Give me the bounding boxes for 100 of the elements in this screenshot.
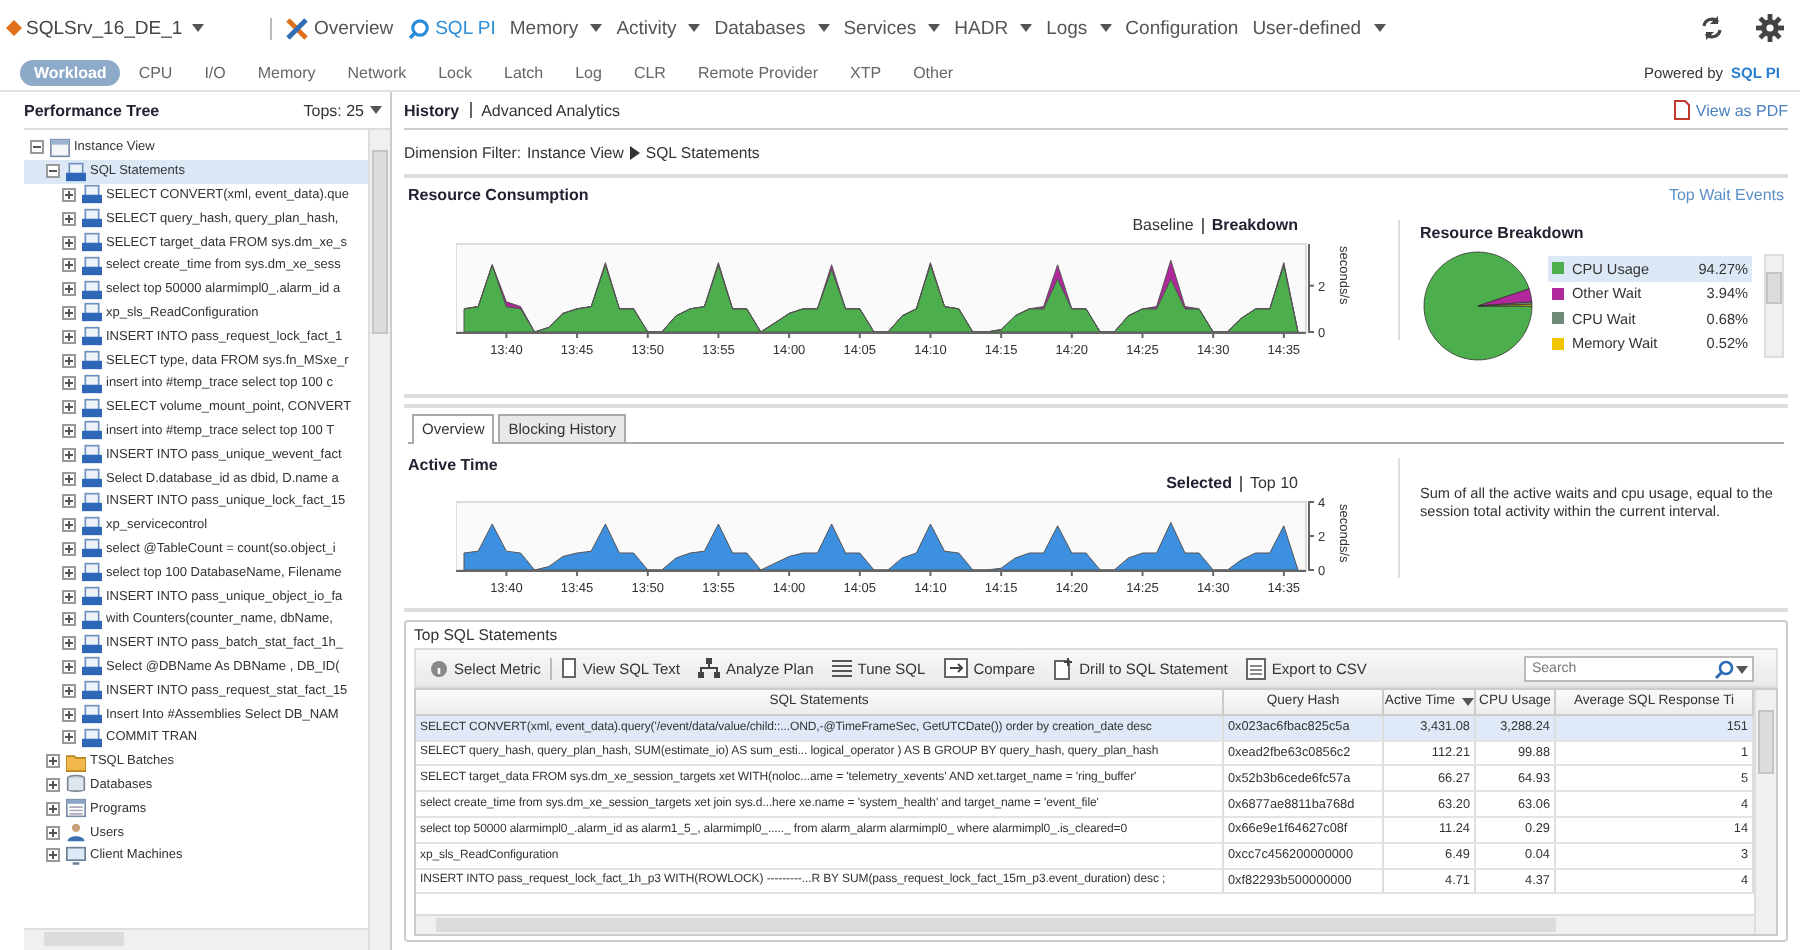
sql-document-icon (66, 161, 86, 182)
vertical-scrollbar[interactable] (368, 130, 390, 950)
collapse-icon[interactable] (30, 140, 44, 155)
user-icon (66, 822, 86, 842)
category-tab[interactable]: Network (333, 60, 421, 86)
sql-document-icon (82, 208, 102, 229)
expand-icon[interactable] (62, 282, 76, 297)
view-as-pdf-link[interactable]: View as PDF (1673, 100, 1788, 120)
server-selector[interactable]: SQLSrv_16_DE_1 (6, 17, 270, 39)
caret-icon (590, 24, 603, 32)
expand-icon[interactable] (62, 258, 76, 273)
caret-icon (192, 24, 205, 32)
expand-icon[interactable] (46, 825, 60, 839)
sql-document-icon (82, 680, 102, 701)
collapse-icon[interactable] (46, 164, 60, 179)
expand-icon[interactable] (62, 494, 76, 509)
chart-mode-toggle[interactable]: Baseline (1132, 216, 1194, 234)
chart-mode-toggle[interactable]: Selected (1166, 474, 1232, 492)
expand-icon[interactable] (62, 471, 76, 486)
sql-document-icon (82, 704, 102, 725)
vertical-scrollbar[interactable] (1754, 690, 1776, 934)
expand-icon[interactable] (62, 187, 76, 202)
expand-icon[interactable] (62, 447, 76, 462)
nav-menu-item[interactable]: Memory (509, 17, 603, 39)
folder-icon (66, 751, 86, 772)
sql-document-icon (82, 491, 102, 512)
sql-document-icon (82, 656, 102, 677)
chart-mode-toggle[interactable]: Top 10 (1249, 474, 1298, 492)
expand-icon[interactable] (62, 589, 76, 604)
cross-logo-icon (286, 17, 308, 39)
refresh-icon[interactable] (1700, 16, 1724, 40)
view-tab[interactable]: History (404, 101, 460, 119)
nav-menu-item[interactable]: Databases (714, 17, 830, 39)
caret-icon (1020, 24, 1033, 32)
document-icon (1053, 657, 1074, 679)
category-tab[interactable]: Lock (424, 60, 487, 86)
section-title: Active Time (408, 456, 500, 474)
sql-document-icon (82, 373, 102, 394)
sql-document-icon (82, 609, 102, 630)
expand-icon[interactable] (62, 659, 76, 674)
category-tab[interactable]: Memory (243, 60, 330, 86)
expand-icon[interactable] (62, 376, 76, 391)
expand-icon[interactable] (62, 565, 76, 580)
expand-icon[interactable] (46, 848, 60, 863)
sort-icon (1461, 697, 1474, 706)
breadcrumb-arrow-icon (629, 145, 640, 159)
expand-icon[interactable] (46, 777, 60, 792)
chart-mode-toggle[interactable]: Breakdown (1211, 216, 1298, 234)
caret-icon (1736, 665, 1748, 673)
hierarchy-icon (698, 658, 720, 678)
y-axis (1307, 243, 1315, 333)
expand-icon[interactable] (62, 541, 76, 556)
caret-icon (370, 106, 382, 114)
sql-document-icon (82, 232, 102, 253)
category-tab[interactable]: Remote Provider (683, 60, 832, 86)
sql-document-icon (82, 420, 102, 441)
nav-menu-item[interactable]: HADR (954, 17, 1033, 39)
pdf-icon (1673, 100, 1690, 120)
database-icon (66, 774, 86, 795)
nav-menu-item[interactable]: User-defined (1252, 17, 1386, 39)
nav-menu-item[interactable]: Overview (286, 17, 394, 39)
horizontal-scrollbar[interactable] (24, 928, 368, 950)
category-tab[interactable]: CPU (124, 60, 187, 86)
expand-icon[interactable] (62, 400, 76, 415)
expand-icon[interactable] (46, 754, 60, 769)
section-title: Resource Consumption (408, 186, 589, 204)
nav-menu-item[interactable]: Activity (616, 17, 701, 39)
view-tab[interactable]: Advanced Analytics (481, 101, 620, 119)
expand-icon[interactable] (62, 612, 76, 627)
expand-icon[interactable] (62, 329, 76, 344)
sql-document-icon (82, 727, 102, 748)
expand-icon[interactable] (62, 683, 76, 698)
section-title: Resource Breakdown (1420, 224, 1586, 242)
sql-document-icon (82, 444, 102, 465)
nav-menu-item[interactable]: SQL PI (407, 17, 496, 39)
expand-icon[interactable] (62, 235, 76, 250)
nav-menu-item[interactable]: Logs (1046, 17, 1112, 39)
category-tab[interactable]: Log (561, 60, 616, 86)
category-tab[interactable]: XTP (836, 60, 896, 86)
expand-icon[interactable] (46, 801, 60, 816)
category-tab[interactable]: Latch (490, 60, 558, 86)
expand-icon[interactable] (62, 636, 76, 651)
tops-dropdown[interactable]: Tops: 25 (303, 101, 382, 119)
settings-icon[interactable] (1756, 14, 1784, 42)
expand-icon[interactable] (62, 423, 76, 438)
category-tab[interactable]: I/O (190, 60, 240, 86)
category-tab[interactable]: Other (899, 60, 968, 86)
nav-menu-item[interactable]: Services (843, 17, 941, 39)
expand-icon[interactable] (62, 211, 76, 226)
expand-icon[interactable] (62, 707, 76, 722)
nav-menu-item[interactable]: Configuration (1125, 17, 1239, 39)
legend-scrollbar[interactable] (1764, 254, 1784, 358)
expand-icon[interactable] (62, 353, 76, 368)
expand-icon[interactable] (62, 305, 76, 320)
expand-icon[interactable] (62, 730, 76, 745)
horizontal-scrollbar[interactable] (416, 914, 1754, 934)
category-tab[interactable]: CLR (619, 60, 680, 86)
sql-document-icon (82, 468, 102, 489)
expand-icon[interactable] (62, 518, 76, 533)
sql-document-icon (82, 586, 102, 607)
